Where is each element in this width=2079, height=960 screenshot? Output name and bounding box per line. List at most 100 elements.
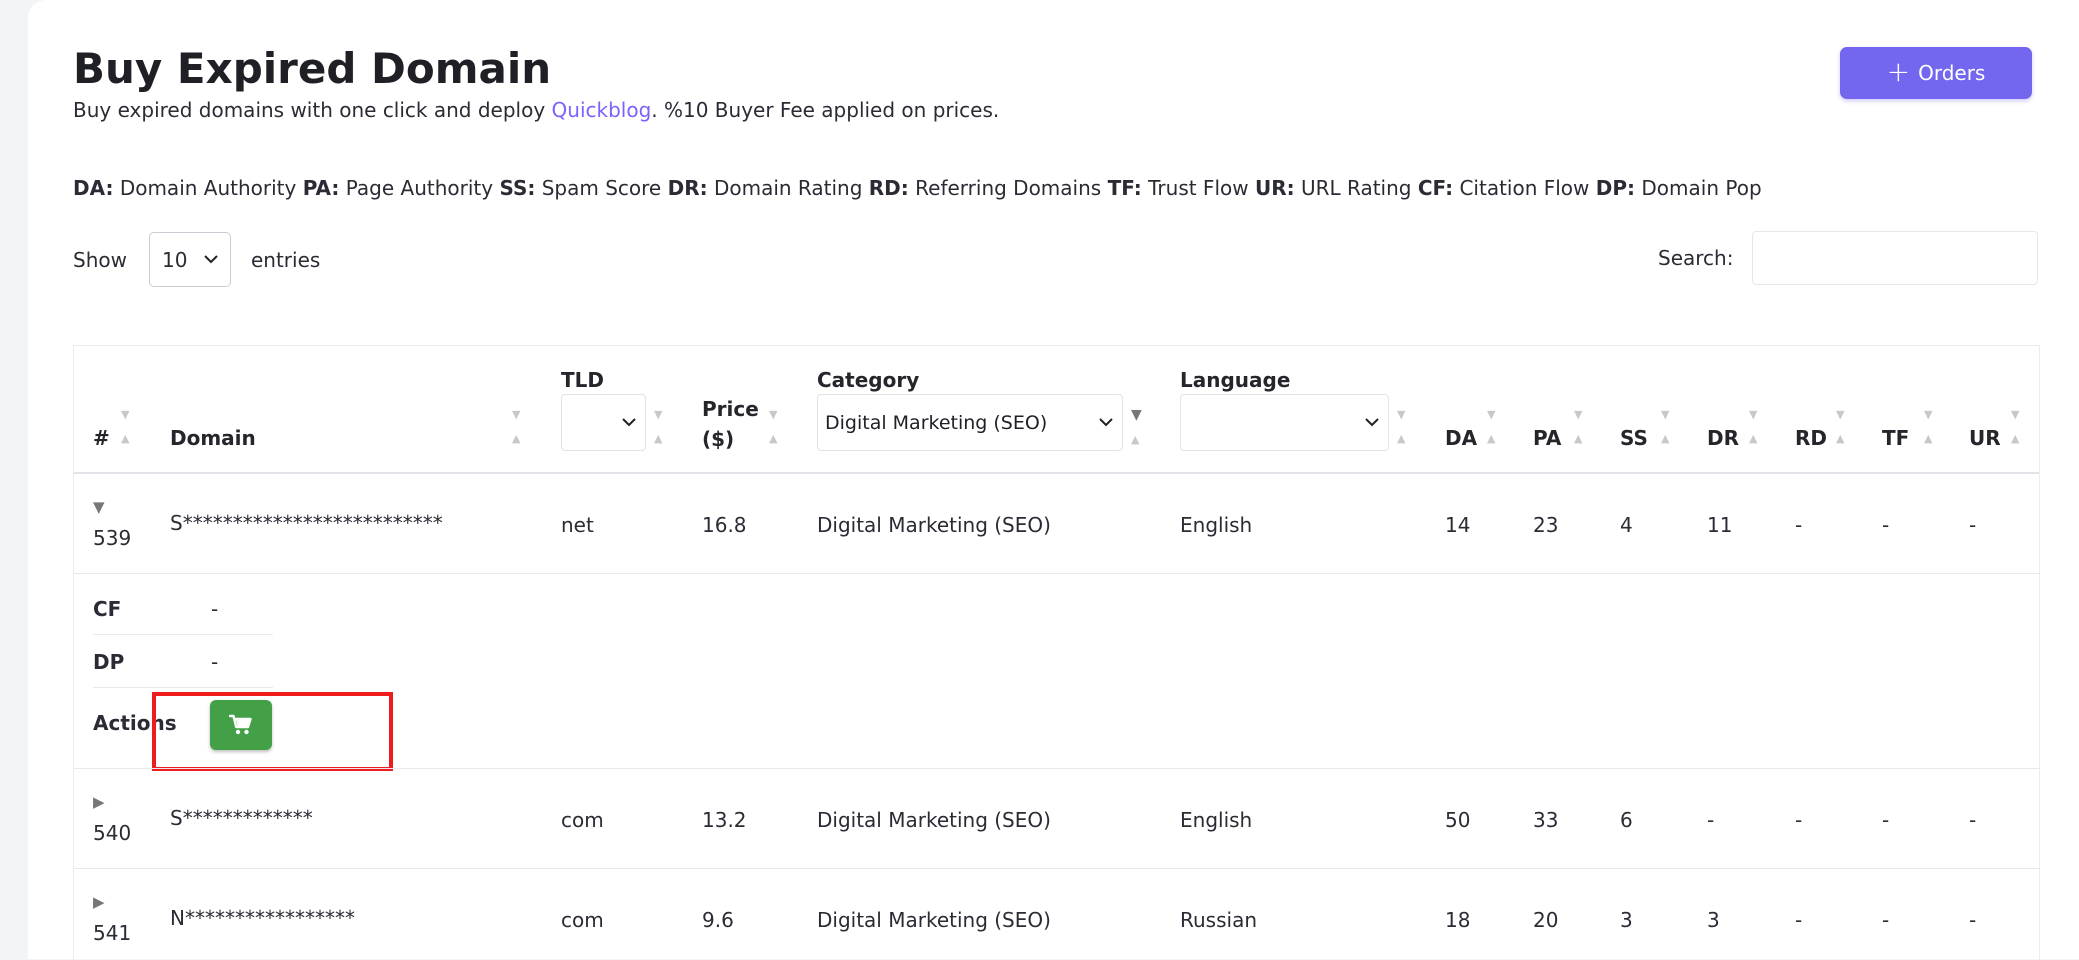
column-header-ur[interactable]: UR xyxy=(1969,426,2001,450)
quickblog-link[interactable]: Quickblog xyxy=(552,98,652,122)
sort-arrows-icon[interactable]: ▼ ▲ xyxy=(1749,409,1757,445)
triangle-right-icon[interactable]: ▶ xyxy=(93,893,105,911)
detail-cf-value: - xyxy=(211,597,219,621)
row-num: 540 xyxy=(93,821,132,845)
row-language: Russian xyxy=(1180,908,1258,932)
search-input[interactable] xyxy=(1752,231,2038,285)
sort-arrows-icon[interactable]: ▼ ▲ xyxy=(1574,409,1582,445)
language-filter-select[interactable] xyxy=(1180,394,1389,451)
domains-table: # ▼ ▲ Domain ▼ ▲ TLD ▼ ▲ Price ($) ▼ ▲ Categ… xyxy=(73,345,2040,960)
plus-icon: + xyxy=(1886,54,1911,88)
row-price: 9.6 xyxy=(702,908,734,932)
legend-da-text: Domain Authority xyxy=(119,176,297,200)
sort-arrows-icon[interactable]: ▼ ▲ xyxy=(1661,409,1669,445)
triangle-down-icon[interactable]: ▼ xyxy=(93,498,105,516)
chevron-down-icon xyxy=(204,255,218,264)
sort-arrows-icon[interactable]: ▼ ▲ xyxy=(121,409,129,445)
legend-cf-abbr: CF: xyxy=(1417,176,1454,200)
row-num: 541 xyxy=(93,921,132,945)
row-tld: net xyxy=(561,513,594,537)
row-divider xyxy=(74,768,2039,769)
column-header-price[interactable]: Price ($) xyxy=(702,394,774,454)
row-tf: - xyxy=(1882,908,1890,932)
orders-button[interactable]: + Orders xyxy=(1840,47,2032,99)
row-rd: - xyxy=(1795,808,1803,832)
legend-ss-text: Spam Score xyxy=(541,176,662,200)
row-da: 18 xyxy=(1445,908,1471,932)
column-header-language[interactable]: Language xyxy=(1180,368,1290,392)
sort-arrows-icon[interactable]: ▼ ▲ xyxy=(1131,408,1142,446)
sort-arrows-icon[interactable]: ▼ ▲ xyxy=(1924,409,1932,445)
sort-arrows-icon[interactable]: ▼ ▲ xyxy=(512,409,520,445)
column-header-num[interactable]: # xyxy=(93,426,110,450)
tld-filter-select[interactable] xyxy=(561,394,646,451)
sort-arrows-icon[interactable]: ▼ ▲ xyxy=(1487,409,1495,445)
legend-rd-text: Referring Domains xyxy=(915,176,1102,200)
page-title: Buy Expired Domain xyxy=(73,44,552,93)
detail-dp-label: DP xyxy=(93,650,125,674)
column-header-da[interactable]: DA xyxy=(1445,426,1477,450)
row-dr: 3 xyxy=(1707,908,1720,932)
row-tf: - xyxy=(1882,808,1890,832)
row-da: 14 xyxy=(1445,513,1471,537)
legend-rd-abbr: RD: xyxy=(868,176,909,200)
legend-da-abbr: DA: xyxy=(73,176,114,200)
sort-arrows-icon[interactable]: ▼ ▲ xyxy=(1397,409,1405,445)
sort-arrows-icon[interactable]: ▼ ▲ xyxy=(2011,409,2019,445)
row-category: Digital Marketing (SEO) xyxy=(817,513,1051,537)
entries-select[interactable]: 10 xyxy=(148,232,231,287)
row-pa: 23 xyxy=(1533,513,1559,537)
row-divider xyxy=(74,868,2039,869)
row-ss: 3 xyxy=(1620,908,1633,932)
column-header-domain[interactable]: Domain xyxy=(170,426,256,450)
column-header-category[interactable]: Category xyxy=(817,368,919,392)
column-header-tf[interactable]: TF xyxy=(1882,426,1909,450)
row-divider xyxy=(74,573,2039,574)
legend-pa-abbr: PA: xyxy=(302,176,340,200)
row-ss: 4 xyxy=(1620,513,1633,537)
detail-cf-label: CF xyxy=(93,597,122,621)
category-filter-value: Digital Marketing (SEO) xyxy=(825,411,1048,434)
row-domain: S************* xyxy=(170,806,313,830)
row-rd: - xyxy=(1795,908,1803,932)
legend-dp-abbr: DP: xyxy=(1595,176,1636,200)
column-header-rd[interactable]: RD xyxy=(1795,426,1827,450)
row-rd: - xyxy=(1795,513,1803,537)
column-header-pa[interactable]: PA xyxy=(1533,426,1561,450)
column-header-tld[interactable]: TLD xyxy=(561,368,604,392)
highlight-box xyxy=(152,692,393,771)
column-header-ss[interactable]: SS xyxy=(1620,426,1648,450)
search-label: Search: xyxy=(1658,246,1734,270)
chevron-down-icon xyxy=(1099,418,1113,427)
row-ur: - xyxy=(1969,808,1977,832)
row-ss: 6 xyxy=(1620,808,1633,832)
subtitle-fee-text: . %10 Buyer Fee applied on prices. xyxy=(651,98,1000,122)
row-pa: 33 xyxy=(1533,808,1559,832)
row-dr: 11 xyxy=(1707,513,1733,537)
legend-cf-text: Citation Flow xyxy=(1459,176,1590,200)
triangle-right-icon[interactable]: ▶ xyxy=(93,793,105,811)
sort-arrows-icon[interactable]: ▼ ▲ xyxy=(1836,409,1844,445)
row-ur: - xyxy=(1969,908,1977,932)
entries-label: entries xyxy=(250,247,321,272)
sort-arrows-icon[interactable]: ▼ ▲ xyxy=(769,409,777,445)
sort-arrows-icon[interactable]: ▼ ▲ xyxy=(654,409,662,445)
orders-button-label: Orders xyxy=(1918,61,1986,85)
detail-dp-value: - xyxy=(211,650,219,674)
category-filter-select[interactable]: Digital Marketing (SEO) xyxy=(817,394,1123,451)
row-domain: N***************** xyxy=(170,906,355,930)
row-dr: - xyxy=(1707,808,1715,832)
legend-ss-abbr: SS: xyxy=(499,176,536,200)
legend-dr-text: Domain Rating xyxy=(713,176,863,200)
legend-tf-abbr: TF: xyxy=(1107,176,1142,200)
chevron-down-icon xyxy=(1365,418,1379,427)
page-subtitle: Buy expired domains with one click and d… xyxy=(73,98,999,122)
column-header-dr[interactable]: DR xyxy=(1707,426,1739,450)
legend-dp-text: Domain Pop xyxy=(1641,176,1762,200)
metrics-legend: DA: Domain Authority PA: Page Authority … xyxy=(73,176,1762,200)
row-tld: com xyxy=(561,908,604,932)
row-price: 16.8 xyxy=(702,513,747,537)
subtitle-text: Buy expired domains with one click and d… xyxy=(73,98,552,122)
detail-divider xyxy=(93,687,273,688)
row-language: English xyxy=(1180,513,1253,537)
